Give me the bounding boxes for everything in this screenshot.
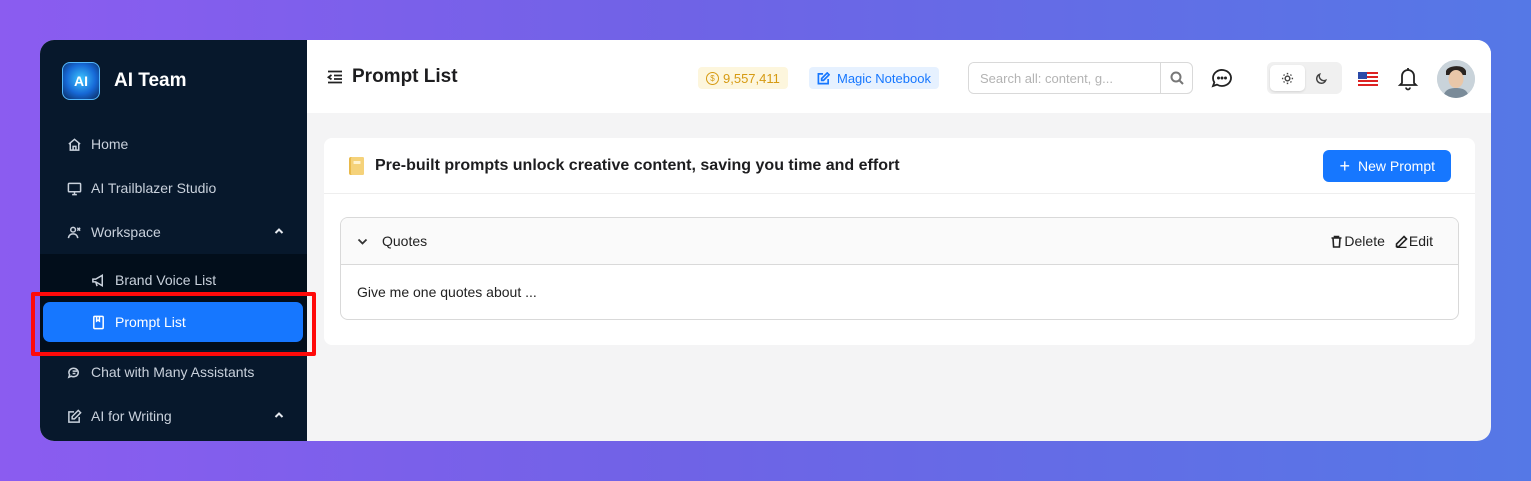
sun-icon [1281,72,1293,84]
app-window: AI AI Team Home AI Trailblazer Studio Wo… [40,40,1491,441]
sidebar-item-prompt-list[interactable]: Prompt List [43,302,303,342]
content-area: Pre-built prompts unlock creative conten… [307,113,1491,441]
bell-icon[interactable] [1397,65,1419,91]
credits-badge[interactable]: $ 9,557,411 [698,67,788,89]
prompt-collapse-header[interactable]: Quotes Delete Edit [341,218,1458,265]
sidebar-item-label: Brand Voice List [115,272,217,288]
sidebar-item-brand-voice-list[interactable]: Brand Voice List [40,258,307,302]
chevron-down-icon[interactable] [357,236,368,247]
brand[interactable]: AI AI Team [40,40,307,122]
prompt-collapse: Quotes Delete Edit Give me one quotes ab… [340,217,1459,320]
search-input[interactable] [969,63,1160,93]
chat-icon[interactable] [1209,65,1235,91]
sidebar-item-label: Chat with Many Assistants [91,364,255,380]
edit-icon [66,408,82,424]
workspace-icon [66,224,82,240]
prompt-body: Give me one quotes about ... [357,284,537,300]
sidebar-item-chat-with-many-assistants[interactable]: Chat with Many Assistants [40,350,307,394]
magic-notebook-label: Magic Notebook [837,70,931,86]
prompt-title: Quotes [382,233,428,249]
main-area: Prompt List $ 9,557,411 Magic Notebook S… [307,40,1491,441]
sidebar-item-ai-for-writing[interactable]: AI for Writing [40,394,307,438]
theme-toggle [1267,62,1342,94]
sidebar-item-label: Home [91,136,129,152]
edit-icon [817,71,830,84]
coin-icon: $ [706,71,719,85]
book-icon [90,314,106,330]
notebook-emoji-icon [349,156,364,175]
megaphone-icon [90,272,106,288]
menu-fold-icon[interactable] [326,68,344,86]
us-flag-icon[interactable] [1358,72,1378,86]
new-prompt-label: New Prompt [1357,157,1435,174]
chat-bubbles-icon [66,364,82,380]
search-button[interactable] [1160,63,1192,93]
edit-button[interactable]: Edit [1395,233,1433,249]
sidebar-item-label: AI for Writing [91,408,172,424]
page-title: Prompt List [352,65,458,87]
sidebar-item-label: Workspace [91,224,161,240]
credits-value: 9,557,411 [723,70,780,86]
edit-label: Edit [1408,233,1433,249]
trash-icon [1331,235,1342,248]
chevron-up-icon[interactable] [273,224,285,236]
sidebar-item-home[interactable]: Home [40,122,307,166]
sidebar-nav: Home AI Trailblazer Studio Workspace [40,122,307,254]
sidebar-item-label: Prompt List [115,314,186,330]
brand-logo: AI [62,62,100,100]
search-box [968,62,1193,94]
topbar: Prompt List $ 9,557,411 Magic Notebook [307,40,1491,113]
light-mode-button[interactable] [1270,65,1305,91]
sidebar-item-ai-trailblazer-studio[interactable]: AI Trailblazer Studio [40,166,307,210]
pencil-icon [1395,234,1408,248]
new-prompt-button[interactable]: + New Prompt [1323,149,1451,182]
search-icon [1170,71,1184,85]
dark-mode-button[interactable] [1305,65,1340,91]
moon-icon [1316,72,1328,84]
delete-label: Delete [1344,233,1385,249]
brand-name: AI Team [114,70,187,91]
workspace-submenu: Brand Voice List Prompt List [40,254,307,350]
sidebar-item-workspace[interactable]: Workspace [40,210,307,254]
card-header: Pre-built prompts unlock creative conten… [324,138,1475,194]
sidebar: AI AI Team Home AI Trailblazer Studio Wo… [40,40,307,441]
avatar[interactable] [1437,60,1475,98]
sidebar-nav-lower: Chat with Many Assistants AI for Writing [40,350,307,438]
chevron-up-icon[interactable] [273,408,285,420]
prompt-card: Pre-built prompts unlock creative conten… [324,138,1475,345]
delete-button[interactable]: Delete [1330,233,1385,249]
home-icon [66,136,82,152]
sidebar-item-label: AI Trailblazer Studio [91,180,217,196]
card-title: Pre-built prompts unlock creative conten… [375,156,900,174]
plus-icon: + [1339,155,1350,176]
magic-notebook-button[interactable]: Magic Notebook [809,67,939,89]
monitor-icon [66,180,82,196]
avatar-image [1437,60,1475,98]
